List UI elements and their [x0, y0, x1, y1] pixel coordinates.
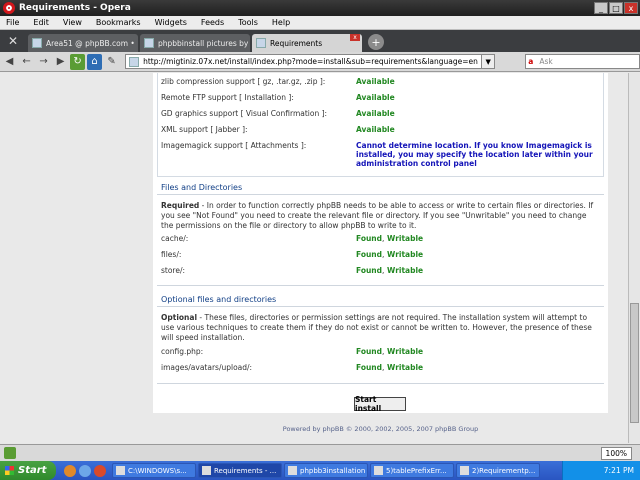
optional-intro: Optional - These files, directories or p…: [161, 313, 592, 342]
section-divider: [157, 383, 604, 384]
window-titlebar: Requirements - Opera _ □ x: [0, 0, 640, 16]
taskbar-image-2[interactable]: 2)Requirementp...: [456, 463, 540, 478]
quicklaunch-opera-icon[interactable]: [94, 464, 106, 477]
search-field[interactable]: a Ask: [525, 54, 640, 69]
favicon-icon: [256, 38, 266, 48]
file-row: files/: Found, Writable: [161, 250, 424, 259]
edit-pen-icon[interactable]: ✎: [104, 54, 119, 70]
address-url: http://migtiniz.07x.net/install/index.ph…: [143, 57, 478, 66]
tab-label: phpbbinstall pictures by ...: [158, 38, 250, 48]
taskbar-opera[interactable]: Requirements - ...: [198, 463, 282, 478]
section-divider: [157, 285, 604, 286]
file-row: images/avatars/upload/: Found, Writable: [161, 363, 424, 372]
file-row: store/: Found, Writable: [161, 266, 424, 275]
status-found-writable: Found, Writable: [356, 347, 424, 356]
start-button[interactable]: Start: [0, 461, 56, 480]
menu-help[interactable]: Help: [272, 18, 290, 27]
tab-area51[interactable]: Area51 @ phpBB.com • ...: [28, 34, 138, 52]
system-tray: 7:21 PM: [562, 461, 640, 480]
page-viewport: zlib compression support [ gz, .tar.gz, …: [0, 73, 628, 443]
menu-feeds[interactable]: Feeds: [201, 18, 224, 27]
menu-file[interactable]: File: [6, 18, 19, 27]
status-found-writable: Found, Writable: [356, 266, 424, 275]
maximize-button[interactable]: □: [609, 2, 623, 14]
setting-row: GD graphics support [ Visual Confirmatio…: [161, 109, 395, 118]
forward-icon[interactable]: →: [36, 54, 51, 70]
menu-widgets[interactable]: Widgets: [155, 18, 187, 27]
quick-launch: [64, 464, 106, 477]
back-icon[interactable]: ←: [19, 54, 34, 70]
status-found-writable: Found, Writable: [356, 250, 424, 259]
window-title: Requirements - Opera: [19, 3, 131, 13]
fast-forward-icon[interactable]: ▶: [53, 54, 68, 70]
section-title-optional: Optional files and directories: [161, 295, 277, 304]
menu-bar: File Edit View Bookmarks Widgets Feeds T…: [0, 16, 640, 30]
tab-bar: ✕ Area51 @ phpBB.com • ... phpbbinstall …: [0, 30, 640, 52]
powered-by-footer: Powered by phpBB © 2000, 2002, 2005, 200…: [282, 425, 479, 433]
zoom-level[interactable]: 100%: [600, 446, 632, 460]
section-divider: [157, 306, 604, 307]
menu-tools[interactable]: Tools: [238, 18, 258, 27]
taskbar-folder[interactable]: phpbb3installation: [284, 463, 368, 478]
start-install-button[interactable]: Start install: [354, 395, 406, 413]
favicon-icon: [144, 38, 154, 48]
close-window-button[interactable]: x: [624, 2, 638, 14]
search-placeholder: Ask: [539, 57, 553, 66]
taskbar-image-1[interactable]: 5)tablePrefixErr...: [370, 463, 454, 478]
quicklaunch-firefox-icon[interactable]: [64, 464, 76, 477]
setting-row: Remote FTP support [ Installation ]: Ava…: [161, 93, 395, 102]
address-field[interactable]: http://migtiniz.07x.net/install/index.ph…: [125, 54, 483, 69]
status-found-writable: Found, Writable: [356, 234, 424, 243]
menu-view[interactable]: View: [63, 18, 82, 27]
status-bar: 100%: [0, 444, 640, 461]
minimize-button[interactable]: _: [594, 2, 608, 14]
reload-icon[interactable]: ↻: [70, 53, 86, 70]
new-tab-button[interactable]: +: [368, 34, 384, 50]
address-dropdown-icon[interactable]: ▼: [482, 54, 496, 69]
tab-label: Area51 @ phpBB.com • ...: [46, 38, 138, 48]
section-title-files: Files and Directories: [161, 183, 243, 192]
setting-row: XML support [ Jabber ]: Available: [161, 125, 395, 134]
tab-label: Requirements: [270, 38, 323, 48]
status-icon[interactable]: [4, 447, 16, 459]
status-available: Available: [356, 93, 395, 102]
favicon-icon: [129, 56, 140, 67]
home-icon[interactable]: ⌂: [87, 53, 103, 70]
status-available: Available: [356, 77, 395, 86]
opera-logo-icon: [3, 2, 15, 14]
file-row: cache/: Found, Writable: [161, 234, 424, 243]
vertical-scrollbar[interactable]: [628, 73, 640, 443]
menu-edit[interactable]: Edit: [33, 18, 49, 27]
navigation-toolbar: ◀ ← → ▶ ↻ ⌂ ✎ http://migtiniz.07x.net/in…: [0, 52, 640, 72]
section-divider: [157, 194, 604, 195]
taskbar-cmd[interactable]: C:\WINDOWS\s...: [112, 463, 196, 478]
favicon-icon: [32, 38, 42, 48]
install-content: zlib compression support [ gz, .tar.gz, …: [153, 73, 608, 413]
clock[interactable]: 7:21 PM: [604, 466, 634, 475]
tab-requirements[interactable]: Requirements x: [252, 34, 362, 52]
scrollbar-thumb[interactable]: [630, 303, 639, 423]
windows-taskbar: Start C:\WINDOWS\s... Requirements - ...…: [0, 461, 640, 480]
setting-row: zlib compression support [ gz, .tar.gz, …: [161, 77, 395, 86]
tools-wrench-icon[interactable]: ✕: [4, 32, 22, 50]
menu-bookmarks[interactable]: Bookmarks: [96, 18, 141, 27]
search-engine-icon[interactable]: a: [528, 57, 533, 66]
files-intro: Required - In order to function correctl…: [161, 201, 594, 230]
close-tab-icon[interactable]: x: [350, 34, 360, 41]
back-double-icon[interactable]: ◀: [2, 54, 17, 70]
quicklaunch-ie-icon[interactable]: [79, 464, 91, 477]
status-found-writable: Found, Writable: [356, 363, 424, 372]
status-available: Available: [356, 125, 395, 134]
setting-row: Imagemagick support [ Attachments ]: Can…: [161, 141, 593, 168]
file-row: config.php: Found, Writable: [161, 347, 424, 356]
tab-phpbbinstall[interactable]: phpbbinstall pictures by ...: [140, 34, 250, 52]
status-imagemagick-warning: Cannot determine location. If you know I…: [356, 141, 593, 168]
status-available: Available: [356, 109, 395, 118]
